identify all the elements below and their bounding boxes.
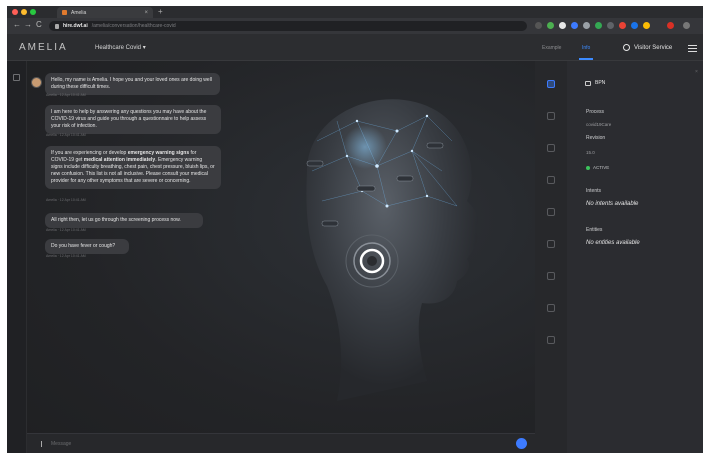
extension-icon[interactable] bbox=[595, 22, 602, 29]
tool-icon[interactable] bbox=[547, 336, 555, 344]
tool-icon[interactable] bbox=[547, 144, 555, 152]
entities-label: Entities bbox=[586, 227, 603, 233]
user-menu[interactable]: Visitor Service bbox=[623, 44, 672, 51]
process-label: Process bbox=[586, 109, 605, 115]
revision-value: 15.0 bbox=[586, 150, 595, 155]
ai-head-illustration bbox=[306, 99, 479, 401]
message-composer[interactable]: Message bbox=[27, 433, 535, 453]
browser-tab[interactable]: Amelia × bbox=[57, 7, 153, 18]
reload-button[interactable]: C bbox=[36, 20, 42, 29]
browser-tab-bar: Amelia × + bbox=[7, 6, 703, 18]
intents-empty: No intents available bbox=[586, 201, 639, 207]
send-button[interactable] bbox=[516, 438, 527, 449]
amelia-avatar bbox=[31, 77, 42, 88]
message-timestamp: Amelia · 12 Apr 10:41 AM bbox=[46, 133, 86, 137]
tool-icon[interactable] bbox=[547, 112, 555, 120]
extension-icon[interactable] bbox=[583, 22, 590, 29]
message-bold-text: emergency warning signs bbox=[127, 150, 190, 156]
chat-message: I am here to help by answering any quest… bbox=[45, 105, 221, 134]
tool-icon[interactable] bbox=[547, 176, 555, 184]
ear-rings bbox=[345, 234, 399, 288]
user-name: Visitor Service bbox=[634, 44, 673, 51]
chat-message: Hello, my name is Amelia. I hope you and… bbox=[45, 73, 220, 95]
message-text: If you are experiencing or develop bbox=[51, 150, 128, 156]
minimize-window-button[interactable] bbox=[21, 9, 27, 15]
chat-message: Do you have fever or cough? bbox=[45, 239, 129, 254]
message-timestamp: Amelia · 12 Apr 10:41 AM bbox=[46, 93, 86, 97]
tool-icon[interactable] bbox=[547, 240, 555, 248]
address-bar[interactable]: hire.dwf.ai /amelia/conversation/healthc… bbox=[49, 21, 527, 31]
message-timestamp: Amelia · 12 Apr 10:41 AM bbox=[46, 228, 86, 232]
message-input[interactable]: Message bbox=[51, 441, 71, 447]
intents-label: Intents bbox=[586, 188, 602, 194]
info-panel-icon[interactable] bbox=[547, 80, 555, 88]
bpn-label: BPN bbox=[595, 80, 606, 86]
tool-icon[interactable] bbox=[547, 208, 555, 216]
chat-message: If you are experiencing or develop emerg… bbox=[45, 146, 221, 189]
extension-icon[interactable] bbox=[571, 22, 578, 29]
favicon-icon bbox=[62, 10, 67, 15]
message-timestamp: Amelia · 12 Apr 10:41 AM bbox=[46, 198, 86, 202]
status-dot-icon bbox=[586, 165, 590, 170]
extension-icon[interactable] bbox=[559, 22, 566, 29]
extension-icon[interactable] bbox=[535, 22, 542, 29]
back-button[interactable]: ← bbox=[13, 20, 21, 29]
close-window-button[interactable] bbox=[12, 9, 18, 15]
extension-icon[interactable] bbox=[607, 22, 614, 29]
user-icon bbox=[623, 44, 630, 51]
tool-icon[interactable] bbox=[547, 272, 555, 280]
text-cursor bbox=[41, 441, 42, 447]
browser-window: Amelia × + ← → C hire.dwf.ai /amelia/con… bbox=[7, 6, 703, 453]
amelia-logo: AMELIA bbox=[19, 42, 68, 53]
tab-close-icon[interactable]: × bbox=[144, 10, 148, 16]
info-panel: × BPN Process covid19Care Revision 15.0 … bbox=[567, 61, 703, 453]
tool-icon[interactable] bbox=[547, 304, 555, 312]
status-text: ACTIVE bbox=[593, 165, 610, 170]
domain-select[interactable]: Healthcare Covid ▾ bbox=[95, 44, 146, 51]
extension-icon[interactable] bbox=[547, 22, 554, 29]
entities-empty: No entities available bbox=[586, 240, 640, 246]
tab-info[interactable]: Info bbox=[578, 45, 594, 60]
status-badge: ACTIVE bbox=[586, 165, 609, 170]
browser-toolbar: ← → C hire.dwf.ai /amelia/conversation/h… bbox=[7, 18, 703, 34]
left-rail bbox=[7, 61, 27, 453]
bpn-header: BPN bbox=[585, 80, 605, 86]
url-path: /amelia/conversation/healthcare-covid bbox=[91, 23, 176, 29]
bpn-icon bbox=[585, 80, 591, 86]
lock-icon bbox=[55, 23, 59, 29]
revision-label: Revision bbox=[586, 135, 606, 141]
tab-title: Amelia bbox=[71, 9, 87, 16]
browser-menu-icon[interactable] bbox=[683, 22, 690, 29]
panel-close-icon[interactable]: × bbox=[695, 69, 698, 75]
app-header: AMELIA Healthcare Covid ▾ Example Info V… bbox=[7, 34, 703, 61]
extension-icon[interactable] bbox=[619, 22, 626, 29]
tool-icon-column bbox=[535, 61, 567, 453]
tab-example[interactable]: Example bbox=[542, 45, 561, 51]
message-timestamp: Amelia · 12 Apr 10:41 AM bbox=[46, 254, 86, 258]
process-value: covid19Care bbox=[586, 122, 612, 127]
new-tab-button[interactable]: + bbox=[158, 7, 163, 16]
message-bold-text: medical attention immediately bbox=[83, 157, 156, 163]
head-silhouette bbox=[306, 99, 479, 401]
extension-icon[interactable] bbox=[631, 22, 638, 29]
extension-icon[interactable] bbox=[667, 22, 674, 29]
extension-icon[interactable] bbox=[643, 22, 650, 29]
chat-area: Hello, my name is Amelia. I hope you and… bbox=[27, 61, 535, 453]
conversation-icon[interactable] bbox=[13, 74, 20, 81]
forward-button[interactable]: → bbox=[24, 20, 32, 29]
chat-message: All right then, let us go through the sc… bbox=[45, 213, 203, 228]
url-domain: hire.dwf.ai bbox=[63, 23, 88, 29]
maximize-window-button[interactable] bbox=[30, 9, 36, 15]
hamburger-menu-icon[interactable] bbox=[688, 45, 697, 54]
